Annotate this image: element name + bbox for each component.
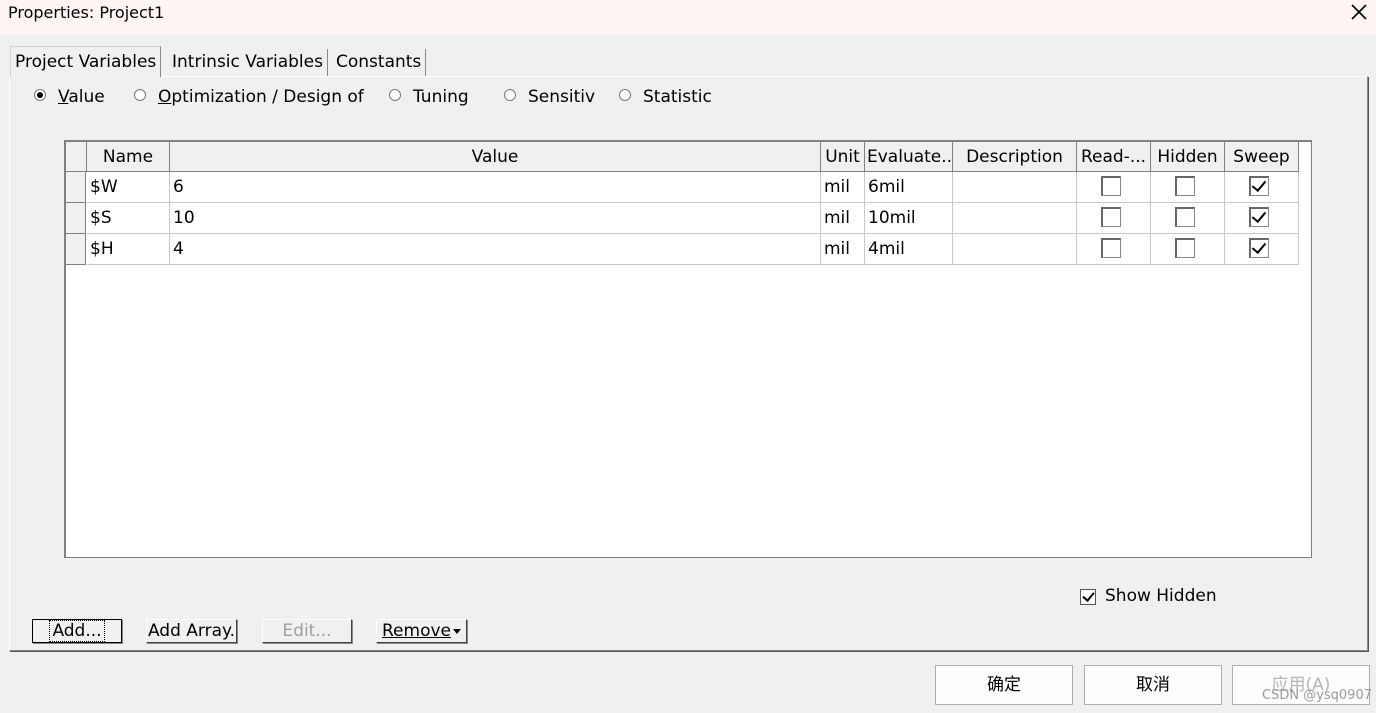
sweep-checkbox[interactable] <box>1249 238 1269 258</box>
cell-description[interactable] <box>953 234 1077 265</box>
column-header-evaluated[interactable]: Evaluate... <box>865 142 953 172</box>
cell-readonly <box>1077 172 1151 203</box>
sweep-checkbox[interactable] <box>1249 176 1269 196</box>
row-header[interactable] <box>66 172 86 203</box>
tab-constants[interactable]: Constants <box>332 49 427 77</box>
cell-readonly <box>1077 203 1151 234</box>
tab-intrinsic-variables[interactable]: Intrinsic Variables <box>168 49 328 77</box>
row-header[interactable] <box>66 203 86 234</box>
cell-description[interactable] <box>953 203 1077 234</box>
column-header-sweep[interactable]: Sweep <box>1225 142 1299 172</box>
edit-button[interactable]: Edit... <box>262 619 352 643</box>
close-icon[interactable] <box>1344 0 1374 26</box>
cell-hidden <box>1151 234 1225 265</box>
cell-evaluated: 6mil <box>865 172 953 203</box>
hidden-checkbox[interactable] <box>1175 207 1195 227</box>
add-button-label: Add... <box>49 620 105 642</box>
column-header-hidden[interactable]: Hidden <box>1151 142 1225 172</box>
cell-evaluated: 4mil <box>865 234 953 265</box>
add-array-button[interactable]: Add Array. <box>146 619 237 643</box>
radio-optimization-label: Optimization / Design of <box>158 87 364 107</box>
cell-value[interactable]: 6 <box>170 172 821 203</box>
cell-description[interactable] <box>953 172 1077 203</box>
radio-tuning-label: Tuning <box>413 87 469 107</box>
sweep-checkbox[interactable] <box>1249 207 1269 227</box>
radio-statistics-dot[interactable] <box>619 89 631 101</box>
column-header-value[interactable]: Value <box>170 142 821 172</box>
dropdown-arrow-icon <box>453 628 461 634</box>
radio-statistics-label: Statistic <box>643 87 712 107</box>
cell-name[interactable]: $S <box>87 203 170 234</box>
cell-evaluated: 10mil <box>865 203 953 234</box>
variables-table[interactable]: Name Value Unit Evaluate... Description … <box>64 140 1312 558</box>
radio-tuning-dot[interactable] <box>389 89 401 101</box>
column-header-readonly[interactable]: Read-... <box>1077 142 1151 172</box>
cell-sweep <box>1225 234 1299 265</box>
corner-header <box>66 142 87 172</box>
tab-project-variables[interactable]: Project Variables <box>10 46 162 77</box>
readonly-checkbox[interactable] <box>1101 176 1121 196</box>
cell-unit[interactable]: mil <box>821 203 865 234</box>
radio-sensitivity-label: Sensitiv <box>528 87 596 107</box>
cell-sweep <box>1225 172 1299 203</box>
cell-sweep <box>1225 203 1299 234</box>
cell-name[interactable]: $H <box>87 234 170 265</box>
radio-value-label: Value <box>58 87 105 107</box>
show-hidden-checkbox[interactable] <box>1080 589 1096 605</box>
radio-value-dot[interactable] <box>34 89 46 101</box>
remove-button[interactable]: Remove <box>376 619 467 643</box>
readonly-checkbox[interactable] <box>1101 238 1121 258</box>
row-header[interactable] <box>66 234 86 265</box>
cell-value[interactable]: 4 <box>170 234 821 265</box>
readonly-checkbox[interactable] <box>1101 207 1121 227</box>
watermark: CSDN @ysq0907 <box>1262 688 1372 703</box>
cell-name[interactable]: $W <box>87 172 170 203</box>
cell-hidden <box>1151 203 1225 234</box>
hidden-checkbox[interactable] <box>1175 176 1195 196</box>
cell-unit[interactable]: mil <box>821 234 865 265</box>
column-header-name[interactable]: Name <box>87 142 170 172</box>
show-hidden-label: Show Hidden <box>1105 586 1217 606</box>
radio-optimization-dot[interactable] <box>134 89 146 101</box>
cell-value[interactable]: 10 <box>170 203 821 234</box>
add-button[interactable]: Add... <box>32 619 122 643</box>
ok-button[interactable]: 确定 <box>935 665 1073 705</box>
window-title: Properties: Project1 <box>8 3 165 22</box>
column-header-unit[interactable]: Unit <box>821 142 865 172</box>
remove-button-label: Remove <box>382 621 451 641</box>
add-array-button-label: Add Array. <box>147 621 236 641</box>
cell-unit[interactable]: mil <box>821 172 865 203</box>
cell-hidden <box>1151 172 1225 203</box>
column-header-description[interactable]: Description <box>953 142 1077 172</box>
title-bar: Properties: Project1 <box>0 0 1376 34</box>
hidden-checkbox[interactable] <box>1175 238 1195 258</box>
radio-sensitivity-dot[interactable] <box>504 89 516 101</box>
cancel-button[interactable]: 取消 <box>1084 665 1222 705</box>
cell-readonly <box>1077 234 1151 265</box>
edit-button-label: Edit... <box>282 621 332 641</box>
